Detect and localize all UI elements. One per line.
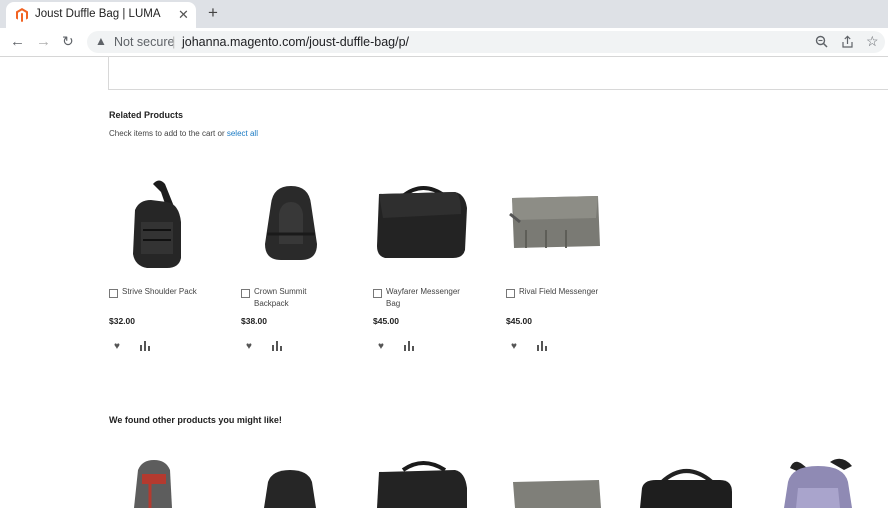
select-hint: Check items to add to the cart or select… [109, 129, 258, 138]
address-bar[interactable]: ▲ Not secure | johanna.magento.com/joust… [87, 31, 885, 53]
product-image[interactable] [506, 174, 606, 274]
security-label[interactable]: Not secure [114, 35, 174, 49]
magento-favicon-icon [16, 8, 28, 22]
product-price: $32.00 [109, 316, 135, 326]
wishlist-heart-icon[interactable]: ♥ [246, 341, 252, 352]
wishlist-heart-icon[interactable]: ♥ [511, 341, 517, 352]
omnibox-divider: | [172, 34, 176, 49]
wishlist-heart-icon[interactable]: ♥ [114, 341, 120, 352]
zoom-icon[interactable] [815, 35, 828, 48]
warning-icon[interactable]: ▲ [95, 34, 107, 48]
product-card: Strive Shoulder Pack $32.00 ♥ [109, 174, 229, 359]
recommended-product-image[interactable] [636, 458, 736, 508]
compare-icon[interactable] [271, 341, 283, 351]
product-name[interactable]: Rival Field Messenger [519, 286, 604, 298]
product-checkbox[interactable] [241, 289, 250, 298]
reload-icon[interactable]: ↻ [62, 33, 74, 50]
recommended-product-image[interactable] [120, 458, 220, 508]
product-price: $45.00 [373, 316, 399, 326]
compare-icon[interactable] [139, 341, 151, 351]
product-name[interactable]: Wayfarer Messenger Bag [386, 286, 471, 310]
compare-icon[interactable] [536, 341, 548, 351]
forward-icon[interactable]: → [36, 33, 51, 50]
product-price: $38.00 [241, 316, 267, 326]
browser-tab[interactable]: Joust Duffle Bag | LUMA ✕ [6, 2, 196, 28]
product-card: Rival Field Messenger $45.00 ♥ [506, 174, 626, 359]
close-tab-icon[interactable]: ✕ [178, 7, 189, 23]
select-all-link[interactable]: select all [227, 129, 258, 138]
share-icon[interactable] [841, 35, 854, 48]
product-checkbox[interactable] [506, 289, 515, 298]
product-card: Crown Summit Backpack $38.00 ♥ [241, 174, 361, 359]
recommendations-heading: We found other products you might like! [109, 415, 282, 425]
tab-strip: Joust Duffle Bag | LUMA ✕ + [0, 0, 888, 28]
wishlist-heart-icon[interactable]: ♥ [378, 341, 384, 352]
recommended-product-image[interactable] [507, 458, 607, 508]
product-name[interactable]: Crown Summit Backpack [254, 286, 339, 310]
recommended-product-image[interactable] [373, 458, 473, 508]
recommended-product-image[interactable] [254, 458, 354, 508]
product-image[interactable] [373, 174, 473, 274]
previous-section-box [108, 56, 888, 90]
new-tab-button[interactable]: + [208, 3, 218, 23]
product-image[interactable] [109, 174, 209, 274]
bookmark-star-icon[interactable]: ☆ [866, 33, 879, 50]
tab-title: Joust Duffle Bag | LUMA [35, 8, 161, 20]
product-checkbox[interactable] [373, 289, 382, 298]
product-name[interactable]: Strive Shoulder Pack [122, 286, 207, 298]
recommended-product-image[interactable] [768, 458, 868, 508]
compare-icon[interactable] [403, 341, 415, 351]
hint-text: Check items to add to the cart or [109, 129, 227, 138]
product-card: Wayfarer Messenger Bag $45.00 ♥ [373, 174, 493, 359]
product-price: $45.00 [506, 316, 532, 326]
back-icon[interactable]: ← [10, 33, 25, 50]
related-products-heading: Related Products [109, 110, 184, 120]
url-text[interactable]: johanna.magento.com/joust-duffle-bag/p/ [182, 35, 409, 49]
product-image[interactable] [241, 174, 341, 274]
product-checkbox[interactable] [109, 289, 118, 298]
browser-toolbar: ← → ↻ ▲ Not secure | johanna.magento.com… [0, 28, 888, 57]
